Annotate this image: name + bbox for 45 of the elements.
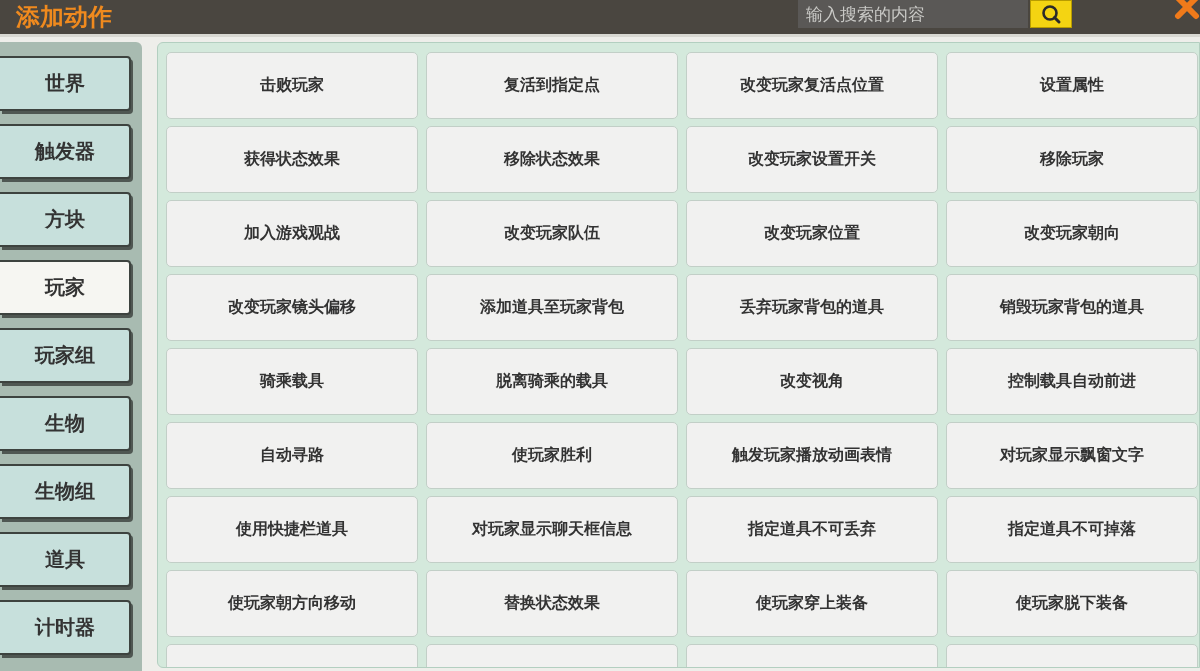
category-tab[interactable]: 方块 [0, 192, 131, 247]
search-button[interactable] [1030, 0, 1072, 28]
action-button[interactable]: 改变玩家复活点位置 [686, 52, 938, 119]
action-button[interactable]: 自动寻路 [166, 422, 418, 489]
action-button[interactable]: 改变玩家镜头偏移 [166, 274, 418, 341]
action-button[interactable]: 丢弃玩家背包的道具 [686, 274, 938, 341]
action-button[interactable]: 使玩家穿上装备 [686, 570, 938, 637]
action-button[interactable]: 指定道具不可丢弃 [686, 496, 938, 563]
action-button[interactable]: 销毁玩家背包的道具 [946, 274, 1198, 341]
action-button[interactable]: 使用快捷栏道具 [166, 496, 418, 563]
search-icon [1040, 3, 1062, 25]
category-tab[interactable]: 生物组 [0, 464, 131, 519]
action-button[interactable]: 替换状态效果 [426, 570, 678, 637]
category-tab[interactable]: 触发器 [0, 124, 131, 179]
action-button[interactable]: 移除状态效果 [426, 126, 678, 193]
action-button[interactable]: 添加道具至玩家背包 [426, 274, 678, 341]
category-tab[interactable]: 生物 [0, 396, 131, 451]
action-button[interactable]: 对玩家显示聊天框信息 [426, 496, 678, 563]
action-button[interactable]: 复活到指定点 [426, 52, 678, 119]
action-button[interactable]: 改变玩家位置 [686, 200, 938, 267]
action-button[interactable]: 改变玩家朝向 [946, 200, 1198, 267]
action-button[interactable]: 使玩家胜利 [426, 422, 678, 489]
category-tab[interactable]: 计时器 [0, 600, 131, 655]
action-button[interactable]: 移除玩家 [946, 126, 1198, 193]
action-button[interactable]: 脱离骑乘的载具 [426, 348, 678, 415]
category-tab[interactable]: 道具 [0, 532, 131, 587]
action-button[interactable]: 改变玩家设置开关 [686, 126, 938, 193]
category-tab[interactable]: 玩家组 [0, 328, 131, 383]
search-field[interactable]: 输入搜索的内容 [798, 0, 1028, 28]
action-button[interactable]: 改变视角 [686, 348, 938, 415]
action-button[interactable]: 设置属性 [946, 52, 1198, 119]
category-tab[interactable]: 世界 [0, 56, 131, 111]
window-title: 添加动作 [16, 5, 112, 29]
action-button[interactable]: 击败玩家 [166, 52, 418, 119]
action-button[interactable]: 控制载具自动前进 [946, 348, 1198, 415]
action-button[interactable]: 加入游戏观战 [166, 200, 418, 267]
action-button[interactable]: 获得状态效果 [166, 126, 418, 193]
action-button[interactable]: 触发玩家播放动画表情 [686, 422, 938, 489]
action-button[interactable]: 骑乘载具 [166, 348, 418, 415]
action-button[interactable]: 使玩家朝方向移动 [166, 570, 418, 637]
category-tab[interactable]: 玩家 [0, 260, 131, 315]
action-button[interactable]: 改变玩家队伍 [426, 200, 678, 267]
action-button[interactable]: 使玩家脱下装备 [946, 570, 1198, 637]
action-button[interactable]: 对玩家显示飘窗文字 [946, 422, 1198, 489]
action-button[interactable]: 指定道具不可掉落 [946, 496, 1198, 563]
